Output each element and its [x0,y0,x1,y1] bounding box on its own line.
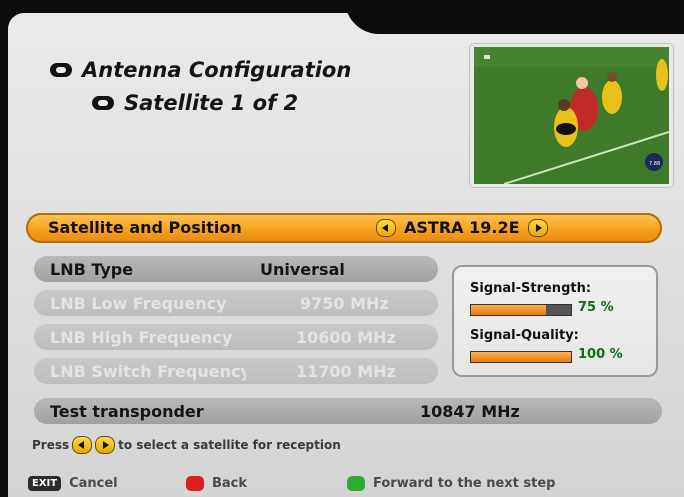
hint-text-after: to select a satellite for reception [118,438,341,452]
signal-strength-bar [470,304,572,316]
forward-label: Forward to the next step [373,476,556,491]
arrow-left-key-icon [72,436,93,454]
lnb-high-frequency-row: LNB High Frequency 10600 MHz [34,324,438,350]
signal-quality-label: Signal-Quality: [470,328,579,343]
green-button-icon [347,476,365,491]
preview-image: 7.88 [474,47,669,184]
cancel-label: Cancel [69,476,118,491]
satellite-position-value: ASTRA 19.2E [404,218,520,237]
satellite-selector[interactable]: ASTRA 19.2E [376,218,548,237]
live-tv-preview: 7.88 [470,44,673,187]
tv-screen: Antenna Configuration Satellite 1 of 2 7… [0,0,684,497]
page-subtitle-text: Satellite 1 of 2 [124,91,299,115]
back-label: Back [212,476,248,491]
footer-back[interactable]: Back [186,476,247,491]
footer-cancel[interactable]: EXIT Cancel [28,476,118,491]
svg-text:7.88: 7.88 [649,161,660,167]
signal-quality-fill [471,352,571,362]
red-button-icon [186,476,204,491]
signal-strength-label: Signal-Strength: [470,281,592,296]
bullet-arrow-icon [50,63,72,77]
signal-panel: Signal-Strength: 75 % Signal-Quality: 10… [452,265,658,377]
lnb-high-frequency-value: 10600 MHz [296,328,396,347]
test-transponder-row[interactable]: Test transponder 10847 MHz [34,398,662,424]
lnb-high-frequency-label: LNB High Frequency [50,328,233,347]
signal-strength-fill [471,305,546,315]
hint-text-before: Press [32,438,70,452]
footer-forward[interactable]: Forward to the next step [347,476,555,491]
test-transponder-label: Test transponder [50,402,204,421]
page-subtitle: Satellite 1 of 2 [92,91,298,115]
lnb-type-row[interactable]: LNB Type Universal [34,256,438,282]
help-hint: Press to select a satellite for receptio… [32,436,341,454]
lnb-switch-frequency-value: 11700 MHz [296,362,396,381]
bullet-arrow-icon [92,96,114,110]
page-title: Antenna Configuration [50,58,351,82]
panel-corner-notch [345,0,684,34]
test-transponder-value: 10847 MHz [420,402,520,421]
arrow-right-key-icon [95,436,116,454]
signal-quality-value: 100 % [578,347,623,362]
page-title-text: Antenna Configuration [82,58,352,82]
signal-quality-bar [470,351,572,363]
satellite-position-row[interactable]: Satellite and Position ASTRA 19.2E [26,213,662,243]
lnb-switch-frequency-label: LNB Switch Frequency [50,362,246,381]
arrow-right-icon[interactable] [527,218,548,237]
lnb-switch-frequency-row: LNB Switch Frequency 11700 MHz [34,358,438,384]
satellite-position-label: Satellite and Position [48,218,242,237]
lnb-type-value: Universal [260,260,345,279]
lnb-low-frequency-label: LNB Low Frequency [50,294,227,313]
arrow-left-icon[interactable] [376,218,396,237]
exit-key-icon: EXIT [28,476,62,491]
signal-strength-value: 75 % [578,300,614,315]
lnb-low-frequency-value: 9750 MHz [300,294,389,313]
lnb-type-label: LNB Type [50,260,134,279]
lnb-low-frequency-row: LNB Low Frequency 9750 MHz [34,290,438,316]
